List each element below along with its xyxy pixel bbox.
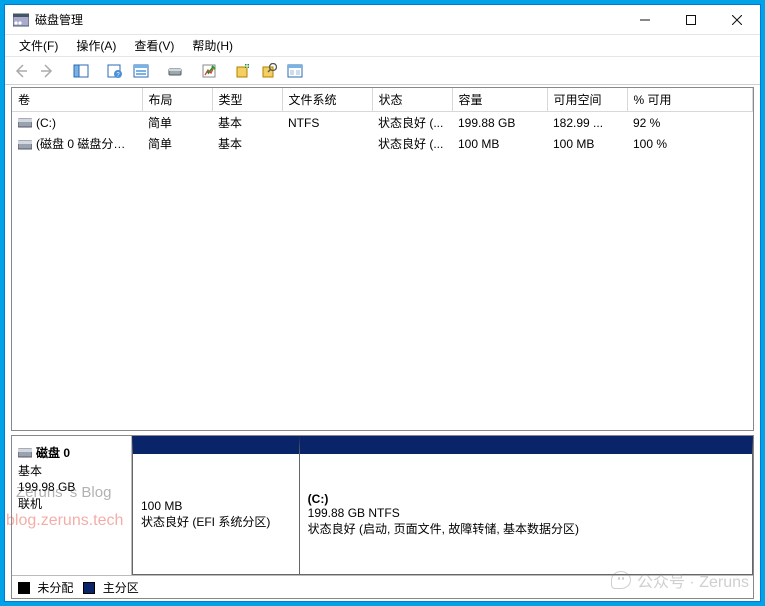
partition-segment[interactable]: 100 MB状态良好 (EFI 系统分区) [132,436,300,575]
create-vhd-button[interactable] [231,60,255,82]
close-button[interactable] [714,5,760,35]
swatch-unallocated-icon [18,582,30,594]
disk-graph: 100 MB状态良好 (EFI 系统分区)(C:)199.88 GB NTFS状… [132,436,753,575]
col-layout[interactable]: 布局 [142,88,212,112]
cell-fs [282,133,372,154]
cell-capacity: 199.88 GB [452,112,547,134]
window-title: 磁盘管理 [35,11,83,28]
legend: 未分配 主分区 [12,576,753,598]
window: 磁盘管理 文件(F) 操作(A) 查看(V) 帮助(H) ? [4,4,761,602]
col-capacity[interactable]: 容量 [452,88,547,112]
col-fs[interactable]: 文件系统 [282,88,372,112]
segment-size: 199.88 GB NTFS [308,506,744,520]
volume-icon [18,140,32,150]
cell-layout: 简单 [142,133,212,154]
cell-free: 182.99 ... [547,112,627,134]
settings-button[interactable] [129,60,153,82]
disk-state: 联机 [18,495,125,512]
cell-volume: (C:) [12,112,142,134]
disk-name: 磁盘 0 [36,444,70,461]
minimize-button[interactable] [622,5,668,35]
cell-layout: 简单 [142,112,212,134]
disk-row: 磁盘 0 基本 199.98 GB 联机 100 MB状态良好 (EFI 系统分… [12,436,753,576]
disk-type: 基本 [18,462,125,479]
col-volume[interactable]: 卷 [12,88,142,112]
menu-action[interactable]: 操作(A) [68,35,124,56]
titlebar: 磁盘管理 [5,5,760,35]
table-row[interactable]: (C:)简单基本NTFS状态良好 (...199.88 GB182.99 ...… [12,112,753,134]
graphical-pane: 磁盘 0 基本 199.98 GB 联机 100 MB状态良好 (EFI 系统分… [11,435,754,599]
attach-vhd-button[interactable] [257,60,281,82]
segment-size: 100 MB [141,499,291,513]
cell-pctfree: 100 % [627,133,753,154]
show-hide-tree-button[interactable] [69,60,93,82]
disk-info[interactable]: 磁盘 0 基本 199.98 GB 联机 [12,436,132,575]
legend-unallocated: 未分配 [18,579,73,596]
maximize-button[interactable] [668,5,714,35]
refresh-button[interactable] [163,60,187,82]
cell-free: 100 MB [547,133,627,154]
cell-status: 状态良好 (... [372,112,452,134]
volume-list-pane[interactable]: 卷 布局 类型 文件系统 状态 容量 可用空间 % 可用 (C:)简单基本NTF… [11,87,754,431]
cell-type: 基本 [212,133,282,154]
menubar: 文件(F) 操作(A) 查看(V) 帮助(H) [5,35,760,57]
cell-volume: (磁盘 0 磁盘分区 1) [12,133,142,154]
menu-help[interactable]: 帮助(H) [184,35,241,56]
more-actions-button[interactable] [283,60,307,82]
legend-unallocated-label: 未分配 [37,581,73,595]
menu-view[interactable]: 查看(V) [126,35,182,56]
col-type[interactable]: 类型 [212,88,282,112]
content: 卷 布局 类型 文件系统 状态 容量 可用空间 % 可用 (C:)简单基本NTF… [5,85,760,601]
disk-icon [18,448,32,458]
cell-status: 状态良好 (... [372,133,452,154]
table-row[interactable]: (磁盘 0 磁盘分区 1)简单基本状态良好 (...100 MB100 MB10… [12,133,753,154]
cell-type: 基本 [212,112,282,134]
app-icon [13,12,29,28]
cell-capacity: 100 MB [452,133,547,154]
volume-table: 卷 布局 类型 文件系统 状态 容量 可用空间 % 可用 (C:)简单基本NTF… [12,88,753,154]
volume-icon [18,118,32,128]
disk-capacity: 199.98 GB [18,480,125,494]
swatch-primary-icon [83,582,95,594]
segment-name: (C:) [308,492,744,506]
legend-primary-label: 主分区 [103,581,139,595]
help-button[interactable]: ? [103,60,127,82]
col-free[interactable]: 可用空间 [547,88,627,112]
col-pctfree[interactable]: % 可用 [627,88,753,112]
back-button[interactable] [9,60,33,82]
menu-file[interactable]: 文件(F) [11,35,66,56]
cell-fs: NTFS [282,112,372,134]
list-button[interactable] [197,60,221,82]
segment-status: 状态良好 (启动, 页面文件, 故障转储, 基本数据分区) [308,520,744,537]
forward-button[interactable] [35,60,59,82]
toolbar: ? [5,57,760,85]
partition-segment[interactable]: (C:)199.88 GB NTFS状态良好 (启动, 页面文件, 故障转储, … [300,436,753,575]
segment-status: 状态良好 (EFI 系统分区) [141,513,291,530]
legend-primary: 主分区 [83,579,138,596]
cell-pctfree: 92 % [627,112,753,134]
col-status[interactable]: 状态 [372,88,452,112]
